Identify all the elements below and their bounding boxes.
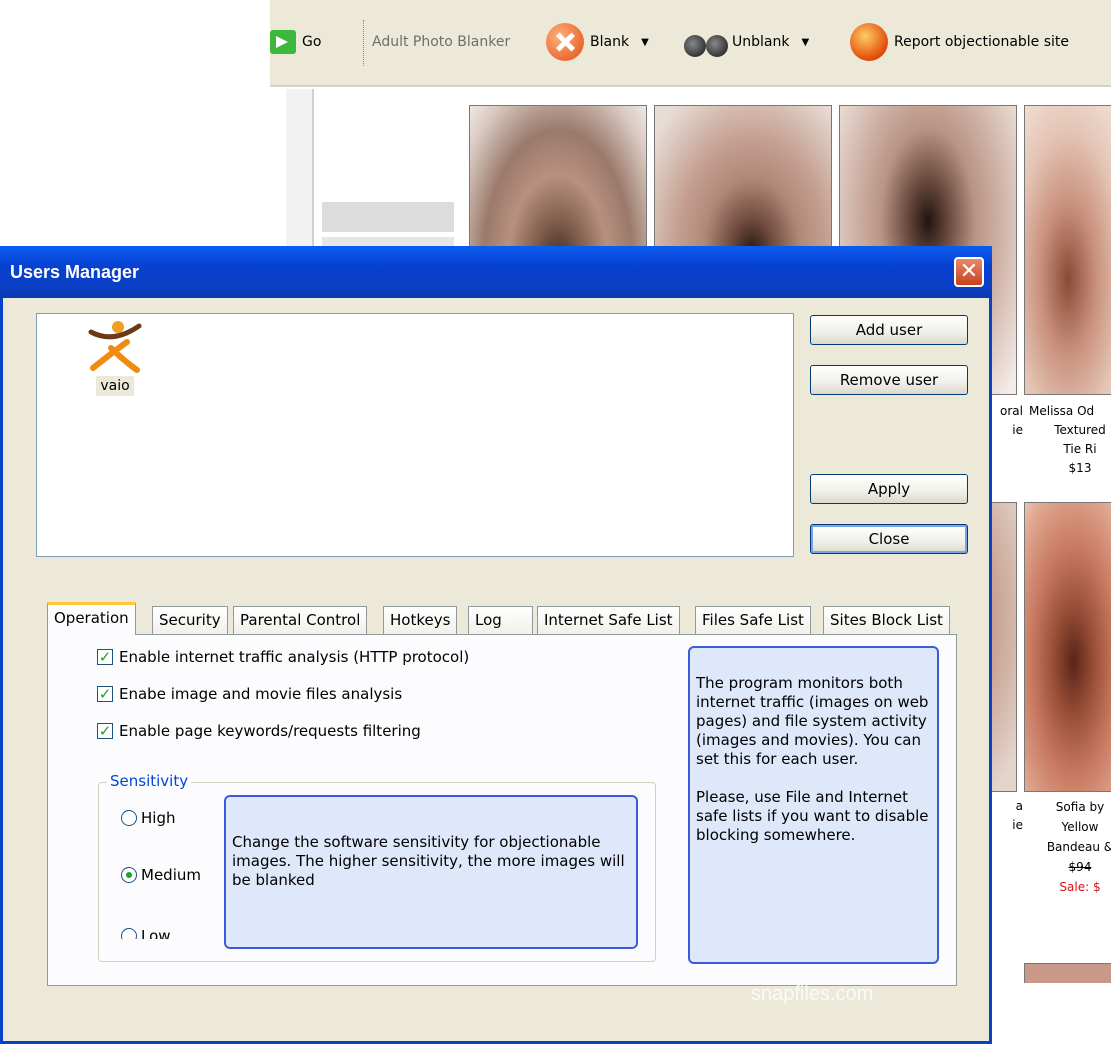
info-paragraph: The program monitors both internet traff…: [696, 674, 929, 768]
go-label: Go: [302, 34, 322, 50]
radio-high[interactable]: High: [121, 809, 175, 827]
product-price-sale: Sale: $: [1059, 880, 1101, 894]
product-thumbnail[interactable]: [1024, 963, 1111, 983]
page-grey-block: [322, 202, 454, 232]
add-user-button[interactable]: Add user: [810, 315, 968, 345]
browser-toolbar: Go Adult Photo Blanker Blank ▼ Unblank ▼…: [270, 0, 1111, 87]
addon-title-text: Adult Photo Blanker: [372, 34, 511, 50]
dialog-titlebar[interactable]: Users Manager ✕: [0, 246, 992, 298]
checkbox-checked-icon[interactable]: ✓: [97, 649, 113, 665]
product-caption-line: Tie Ri: [1063, 442, 1097, 456]
product-caption: Melissa Od Textured Tie Ri $13: [1025, 402, 1111, 478]
report-alert-icon: [850, 23, 888, 61]
user-item[interactable]: vaio: [75, 318, 155, 396]
radio-selected-icon[interactable]: [121, 867, 137, 883]
sensitivity-group: Sensitivity High Medium Low Change the s…: [98, 772, 656, 962]
radio-low[interactable]: Low: [121, 927, 171, 939]
dialog-title: Users Manager: [10, 261, 140, 282]
settings-tabs: Operation Security Parental Control Hotk…: [47, 602, 957, 635]
apply-button[interactable]: Apply: [810, 474, 968, 504]
unblank-dropdown-icon[interactable]: ▼: [801, 37, 809, 48]
option-label: Enabe image and movie files analysis: [119, 685, 403, 703]
operation-panel: ✓ Enable internet traffic analysis (HTTP…: [47, 634, 957, 986]
product-caption: Sofia by Yellow Bandeau & $94 Sale: $: [1025, 797, 1111, 897]
product-caption-line: Yellow: [1061, 820, 1099, 834]
close-button[interactable]: Close: [810, 524, 968, 554]
addon-title: Adult Photo Blanker: [372, 22, 510, 62]
option-label: Enable internet traffic analysis (HTTP p…: [119, 648, 470, 666]
radio-label: Low: [141, 927, 171, 939]
tab-operation[interactable]: Operation: [47, 602, 136, 635]
go-arrow-icon: [270, 30, 296, 54]
tab-sites-block-list[interactable]: Sites Block List: [823, 606, 950, 634]
sensitivity-help-text: Change the software sensitivity for obje…: [232, 833, 625, 889]
unblank-label: Unblank: [732, 34, 790, 50]
blank-label: Blank: [590, 34, 630, 50]
radio-unselected-icon[interactable]: [121, 928, 137, 939]
blank-button[interactable]: Blank ▼: [546, 22, 649, 62]
unblank-button[interactable]: Unblank ▼: [684, 22, 809, 62]
user-list[interactable]: vaio: [36, 313, 794, 557]
product-caption-line[interactable]: Melissa Od: [1025, 402, 1111, 421]
product-caption-line: Bandeau &: [1046, 840, 1111, 854]
product-thumbnail[interactable]: [1024, 105, 1111, 395]
sensitivity-help-box: Change the software sensitivity for obje…: [224, 795, 638, 949]
go-button[interactable]: Go: [270, 22, 321, 62]
tab-files-safe-list[interactable]: Files Safe List: [695, 606, 811, 634]
radio-label: High: [141, 809, 176, 827]
user-figure-icon: [87, 318, 143, 376]
tab-internet-safe-list[interactable]: Internet Safe List: [537, 606, 680, 634]
radio-label: Medium: [141, 866, 201, 884]
tab-security[interactable]: Security: [152, 606, 228, 634]
blank-dropdown-icon[interactable]: ▼: [641, 37, 649, 48]
binoculars-icon: [684, 27, 730, 57]
info-paragraph: Please, use File and Internet safe lists…: [696, 788, 929, 844]
toolbar-separator: [363, 20, 365, 66]
tab-parental-control[interactable]: Parental Control: [233, 606, 368, 634]
option-keyword-filtering[interactable]: ✓ Enable page keywords/requests filterin…: [97, 722, 421, 740]
remove-user-button[interactable]: Remove user: [810, 365, 968, 395]
report-label: Report objectionable site: [894, 34, 1070, 50]
watermark: snapfiles.com: [751, 983, 874, 1005]
radio-unselected-icon[interactable]: [121, 810, 137, 826]
operation-info-box: The program monitors both internet traff…: [688, 646, 939, 964]
close-icon[interactable]: ✕: [954, 257, 984, 287]
option-label: Enable page keywords/requests filtering: [119, 722, 421, 740]
radio-low-clip: Low: [99, 923, 219, 939]
report-site-button[interactable]: Report objectionable site: [850, 22, 1069, 62]
tab-log[interactable]: Log: [468, 606, 533, 634]
sensitivity-legend: Sensitivity: [107, 772, 192, 790]
product-caption-line: Textured: [1054, 423, 1106, 437]
checkbox-checked-icon[interactable]: ✓: [97, 686, 113, 702]
tab-hotkeys[interactable]: Hotkeys: [383, 606, 458, 634]
option-file-analysis[interactable]: ✓ Enabe image and movie files analysis: [97, 685, 402, 703]
user-name: vaio: [96, 376, 134, 396]
option-http-analysis[interactable]: ✓ Enable internet traffic analysis (HTTP…: [97, 648, 469, 666]
product-price: $13: [1068, 461, 1092, 475]
product-price-original: $94: [1068, 860, 1092, 874]
product-thumbnail[interactable]: [1024, 502, 1111, 792]
users-manager-dialog: Users Manager ✕ vaio Add user Remove use…: [0, 246, 992, 1044]
blank-x-icon: [546, 23, 584, 61]
radio-medium[interactable]: Medium: [121, 866, 201, 884]
product-caption-line[interactable]: Sofia by: [1025, 797, 1111, 817]
checkbox-checked-icon[interactable]: ✓: [97, 723, 113, 739]
